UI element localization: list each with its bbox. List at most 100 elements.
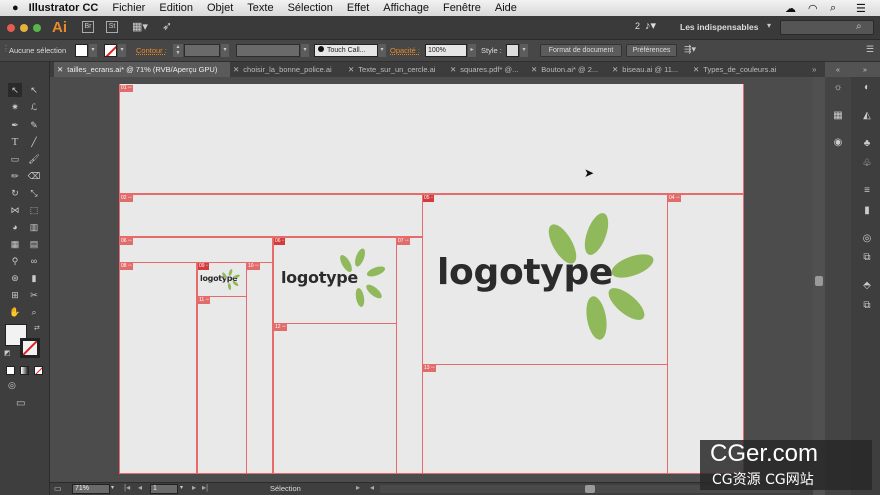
artboard-dropdown-icon[interactable]: ▾ [180,484,183,491]
stroke-weight-dropdown-icon[interactable]: ▾ [221,44,229,57]
minimize-window-button[interactable] [20,24,28,32]
slice-07[interactable] [396,237,423,474]
variable-width-dropdown-icon[interactable]: ▾ [301,44,309,57]
eraser-tool-icon[interactable]: ⌫ [27,169,41,183]
gradient-tool-icon[interactable]: ▤ [27,237,41,251]
draw-mode-icon[interactable]: ◎ [8,380,16,391]
color-guide-panel-icon[interactable]: ☼ [831,82,845,94]
slice-13[interactable] [422,364,668,474]
logo-large[interactable]: logotype [427,204,663,359]
rotate-tool-icon[interactable]: ↻ [8,186,22,200]
brush-definition-field[interactable]: Touch Call... [314,44,378,57]
gpu-performance-icon[interactable]: ➶ [162,19,172,33]
swap-colors-icon[interactable]: ⇄ [34,324,40,332]
pencil-tool-icon[interactable]: ✏ [8,169,22,183]
artboards-panel-icon[interactable]: ⧉ [860,300,874,312]
tabs-overflow-icon[interactable]: » [812,62,816,77]
tab-biseau[interactable]: ✕ biseau.ai @ 11... [609,62,690,77]
tab-close-icon[interactable]: ✕ [693,65,699,74]
tab-choisir-police[interactable]: ✕ choisir_la_bonne_police.ai [230,62,345,77]
mesh-tool-icon[interactable]: ▦ [8,237,22,251]
menu-affichage[interactable]: Affichage [383,2,429,14]
tab-bouton[interactable]: ✕ Bouton.ai* @ 2... [528,62,609,77]
perspective-grid-tool-icon[interactable]: ▥ [27,220,41,234]
workspace-switcher[interactable]: Les indispensables [680,22,758,32]
slice-01[interactable] [119,84,744,194]
screen-mode-icon[interactable]: ▭ [16,398,25,409]
scale-tool-icon[interactable]: ⤡ [27,186,41,200]
color-panel-icon[interactable]: ◐ [860,82,874,94]
tab-squares[interactable]: ✕ squares.pdf* @... [447,62,528,77]
tab-tailles-ecrans[interactable]: ✕ tailles_ecrans.ai* @ 71% (RVB/Aperçu GP… [54,62,230,77]
gradient-mode-icon[interactable] [20,366,29,375]
logo-small[interactable]: logotype [199,266,245,294]
document-setup-button[interactable]: Format de document [540,44,622,57]
tab-close-icon[interactable]: ✕ [450,65,456,74]
creative-cloud-icon[interactable]: ☁ [785,2,796,15]
tab-close-icon[interactable]: ✕ [57,65,63,74]
artboard-tool-icon[interactable]: ⊞ [8,288,22,302]
menu-fichier[interactable]: Fichier [112,2,145,14]
bell-icon[interactable]: ♪▾ [645,19,656,32]
stroke-color-box[interactable] [20,338,40,358]
tab-types-couleurs[interactable]: ✕ Types_de_couleurs.ai [690,62,800,77]
logo-medium[interactable]: logotype [276,244,396,320]
appearance-panel-icon[interactable]: ◎ [860,233,874,245]
stroke-label[interactable]: Contour : [136,44,167,57]
free-transform-tool-icon[interactable]: ⬚ [27,203,41,217]
search-icon[interactable]: ⌕ [830,2,836,15]
dock-collapse-icon[interactable]: « [831,65,845,77]
symbol-sprayer-tool-icon[interactable]: ⊛ [8,271,22,285]
shape-builder-tool-icon[interactable]: ◕ [8,220,22,234]
type-tool-icon[interactable]: T [8,135,22,149]
fill-swatch[interactable] [75,44,88,57]
hscroll-thumb[interactable] [585,485,595,493]
vertical-scrollbar[interactable] [813,77,825,482]
direct-selection-tool-icon[interactable]: ↖ [27,83,41,97]
line-tool-icon[interactable]: ╱ [27,135,41,149]
rectangle-tool-icon[interactable]: ▭ [8,152,22,166]
style-swatch[interactable] [506,44,519,57]
slice-06[interactable] [119,237,273,263]
tab-texte-cercle[interactable]: ✕ Texte_sur_un_cercle.ai [345,62,447,77]
fill-dropdown-icon[interactable]: ▾ [89,44,97,57]
bridge-icon[interactable]: Br [82,21,94,33]
opacity-field[interactable]: 100% [425,44,467,57]
list-icon[interactable]: ☰ [856,2,866,15]
blend-tool-icon[interactable]: ∞ [27,254,41,268]
dock-expand-icon[interactable]: » [858,65,872,77]
slice-10[interactable] [246,262,273,474]
panel-menu-icon[interactable]: ☰ [866,44,874,55]
libraries-panel-icon[interactable]: ◭ [860,110,874,122]
stroke-weight-stepper[interactable]: ▲ ▼ [173,44,183,57]
zoom-tool-icon[interactable]: ⌕ [27,305,41,319]
selection-tool-icon[interactable]: ↖ [8,83,22,97]
paintbrush-tool-icon[interactable]: 🖌 [27,152,41,166]
graphic-styles-panel-icon[interactable]: ⧉ [860,252,874,264]
lasso-tool-icon[interactable]: ℒ [27,100,41,114]
first-artboard-icon[interactable]: |◂ [124,483,130,492]
scroll-thumb[interactable] [815,276,823,286]
wifi-icon[interactable]: ◠ [808,2,818,15]
arrange-documents-icon[interactable]: ▦▾ [132,20,148,33]
menu-effet[interactable]: Effet [347,2,369,14]
tab-close-icon[interactable]: ✕ [531,65,537,74]
stroke-weight-field[interactable] [184,44,220,57]
stroke-panel-icon[interactable]: ≡ [860,185,874,197]
artboard[interactable]: 01 ▫▫ 02 ▫▫ 05 ▫ 04 ▫▫ 06 ▫▫ 07 ▫▫ 06 ▫ … [119,84,744,474]
next-artboard-icon[interactable]: ▸ [192,483,196,492]
slice-12[interactable] [273,323,397,474]
layers-panel-icon[interactable]: ⬘ [860,280,874,292]
stroke-dropdown-icon[interactable]: ▾ [118,44,126,57]
hand-tool-icon[interactable]: ✋ [8,305,22,319]
preferences-button[interactable]: Préférences [626,44,677,57]
menu-edition[interactable]: Edition [159,2,193,14]
tab-close-icon[interactable]: ✕ [233,65,239,74]
opacity-label[interactable]: Opacité : [390,44,420,57]
slice-08[interactable] [119,262,197,474]
width-tool-icon[interactable]: ⋈ [8,203,22,217]
zoom-field[interactable]: 71% [72,484,110,494]
none-mode-icon[interactable] [34,366,43,375]
app-menu[interactable]: Illustrator CC [29,2,99,14]
brushes-panel-icon[interactable]: ♣ [860,138,874,150]
